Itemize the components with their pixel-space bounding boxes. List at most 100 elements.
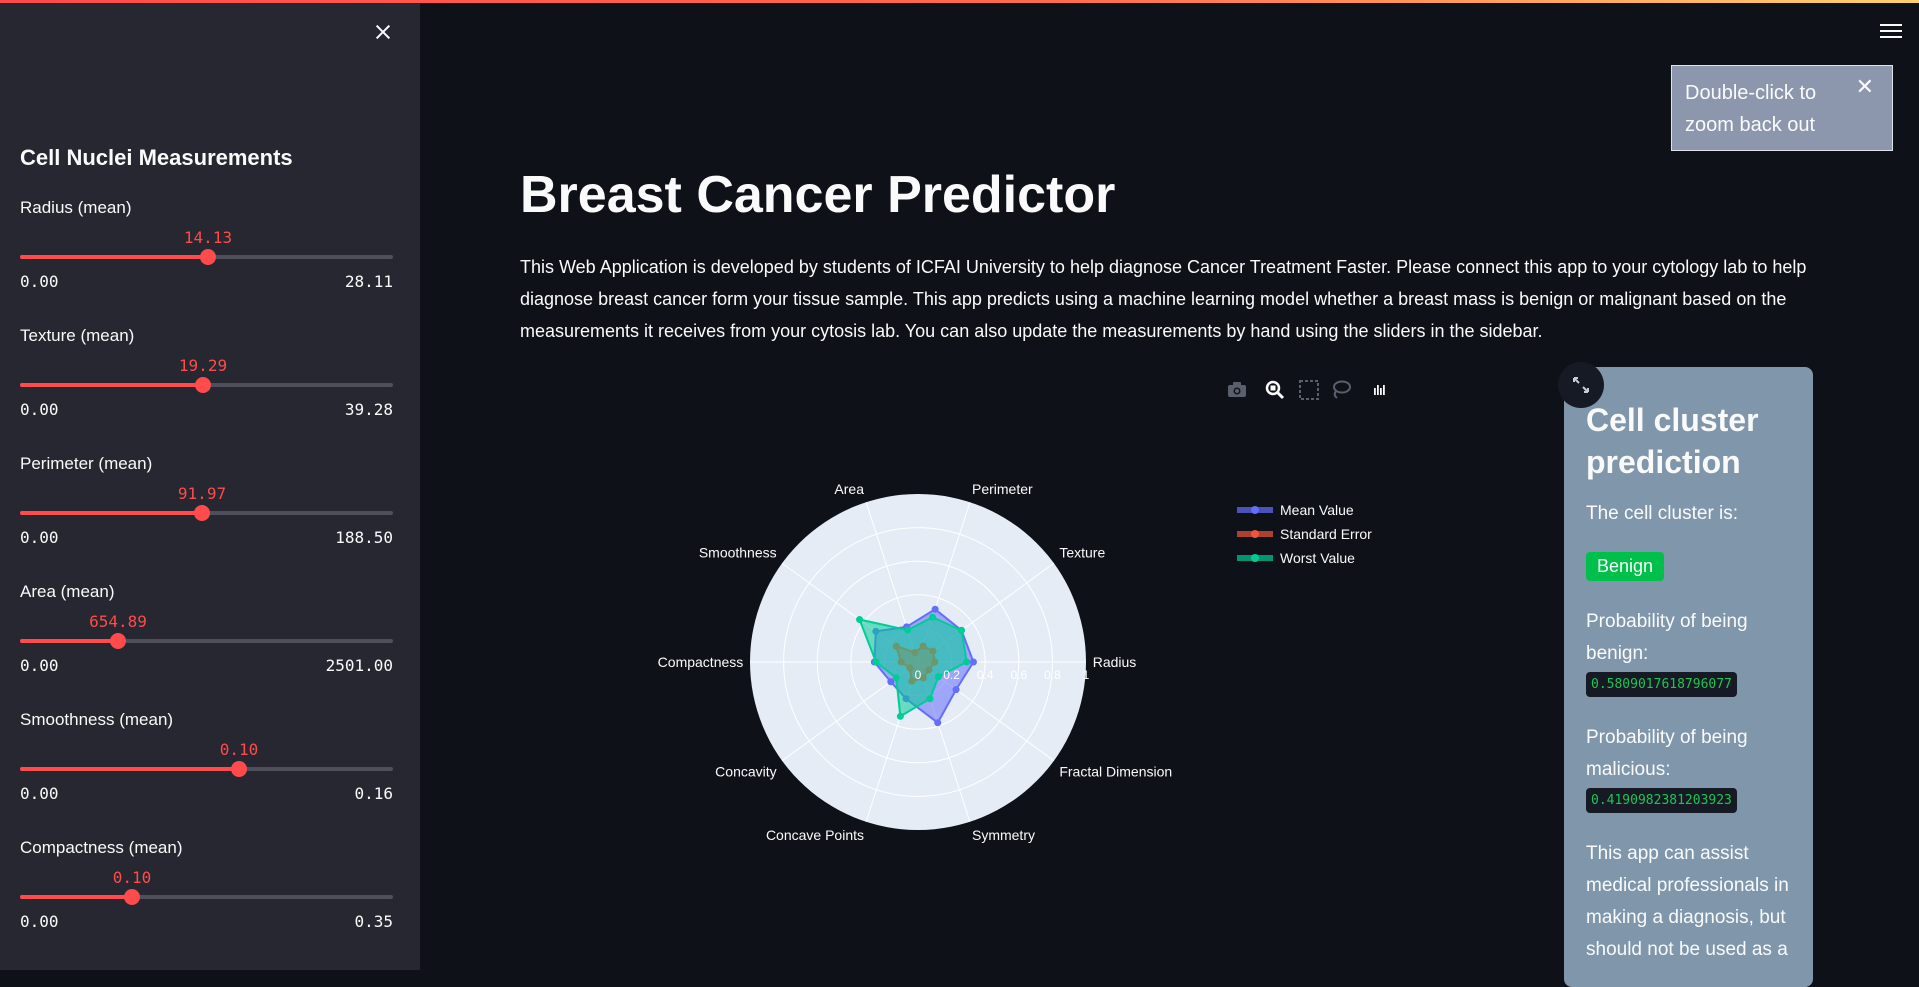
category-label: Area (834, 481, 864, 497)
expand-icon[interactable] (1558, 362, 1604, 408)
slider-value: 91.97 (177, 484, 227, 503)
slider-track[interactable] (20, 633, 393, 649)
series-point-2[interactable] (872, 658, 880, 666)
slider-label: Texture (mean) (20, 326, 135, 345)
series-point-0[interactable] (952, 686, 960, 694)
benign-probability: 0.5809017618796077 (1586, 672, 1737, 697)
series-point-2[interactable] (904, 626, 912, 634)
radar-chart-svg: 0 0.2 0.4 0.6 0.8 1Radius Texture Perimeter Area… (658, 481, 1172, 843)
radial-tick-label: 0.6 (1010, 668, 1027, 682)
category-label: Concavity (715, 764, 776, 780)
slider-fill (20, 383, 203, 387)
close-tooltip-icon[interactable]: ✕ (1856, 76, 1874, 98)
slider-thumb[interactable] (231, 761, 247, 777)
slider-thumb[interactable] (194, 505, 210, 521)
sidebar: Cell Nuclei Measurements Radius (mean) 14… (0, 0, 420, 970)
series-point-2[interactable] (957, 626, 965, 634)
slider-max: 39.28 (344, 400, 393, 419)
slider-track[interactable] (20, 761, 393, 777)
malicious-label: Probability of being malicious: (1586, 727, 1748, 780)
series-point-0[interactable] (931, 605, 939, 613)
legend-item-mean[interactable]: Mean Value (1235, 500, 1405, 520)
category-label: Concave Points (766, 827, 864, 843)
series-point-2[interactable] (892, 674, 900, 682)
radar-chart[interactable]: 0 0.2 0.4 0.6 0.8 1 Radius Texture Perimeter Area… (620, 450, 1180, 875)
box-select-icon[interactable] (1297, 378, 1321, 402)
series-point-0[interactable] (969, 658, 977, 666)
series-point-2[interactable] (934, 673, 942, 681)
slider-track[interactable] (20, 889, 393, 905)
slider-min: 0.00 (20, 912, 59, 931)
slider-min: 0.00 (20, 784, 59, 803)
benign-label: Probability of being benign: (1586, 611, 1748, 664)
slider-max: 0.16 (354, 784, 393, 803)
radial-tick-label: 0.8 (1044, 668, 1061, 682)
plotly-logo-icon[interactable] (1367, 378, 1391, 402)
slider-thumb[interactable] (124, 889, 140, 905)
slider-track[interactable] (20, 505, 393, 521)
slider-label: Area (mean) (20, 582, 115, 601)
legend-item-worst[interactable]: Worst Value (1235, 548, 1405, 568)
legend-label-mean: Mean Value (1280, 502, 1354, 518)
slider-perimeter[interactable]: Perimeter (mean) 91.97 0.00 188.50 (20, 454, 393, 574)
category-label: Texture (1059, 544, 1105, 560)
malicious-probability: 0.4190982381203923 (1586, 788, 1737, 813)
category-label: Smoothness (699, 544, 777, 560)
prediction-title: Cell cluster prediction (1586, 402, 1759, 480)
slider-value: 0.10 (219, 740, 259, 759)
tooltip-line-2: zoom back out (1685, 114, 1816, 136)
slider-compactness[interactable]: Compactness (mean) 0.10 0.00 0.35 (20, 838, 393, 958)
cluster-label: The cell cluster is: (1586, 503, 1739, 524)
slider-min: 0.00 (20, 656, 59, 675)
series-point-2[interactable] (896, 712, 904, 720)
prediction-panel: Cell cluster prediction The cell cluster… (1564, 367, 1813, 987)
slider-fill (20, 255, 208, 259)
slider-track[interactable] (20, 377, 393, 393)
slider-fill (20, 895, 132, 899)
slider-label: Compactness (mean) (20, 838, 183, 857)
slider-value: 654.89 (89, 612, 147, 631)
radial-tick-label: 0.4 (977, 668, 994, 682)
radial-tick-label: 1 (1083, 668, 1090, 682)
legend-label-worst: Worst Value (1280, 550, 1355, 566)
slider-min: 0.00 (20, 528, 59, 547)
main-menu-icon[interactable] (1880, 22, 1902, 40)
zoom-tooltip: Double-click to zoom back out ✕ (1671, 65, 1893, 151)
legend-label-standard-error: Standard Error (1280, 526, 1372, 542)
slider-value: 14.13 (183, 228, 233, 247)
slider-smoothness[interactable]: Smoothness (mean) 0.10 0.00 0.16 (20, 710, 393, 830)
zoom-icon[interactable] (1263, 378, 1287, 402)
series-point-2[interactable] (929, 613, 937, 621)
slider-thumb[interactable] (195, 377, 211, 393)
series-point-2[interactable] (926, 695, 934, 703)
series-point-2[interactable] (856, 616, 864, 624)
slider-max: 188.50 (335, 528, 393, 547)
radial-tick-label: 0 (915, 668, 922, 682)
slider-value: 19.29 (178, 356, 228, 375)
result-badge: Benign (1586, 552, 1665, 581)
decoration-top-stripe (0, 0, 1919, 3)
camera-icon[interactable] (1225, 378, 1249, 402)
slider-fill (20, 767, 239, 771)
intro-paragraph: This Web Application is developed by stu… (520, 257, 1807, 341)
legend-item-standard-error[interactable]: Standard Error (1235, 524, 1405, 544)
slider-area[interactable]: Area (mean) 654.89 0.00 2501.00 (20, 582, 393, 702)
close-sidebar-icon[interactable] (371, 20, 395, 44)
slider-fill (20, 639, 118, 643)
category-label: Compactness (658, 654, 744, 670)
slider-fill (20, 511, 202, 515)
slider-label: Smoothness (mean) (20, 710, 174, 729)
slider-radius[interactable]: Radius (mean) 14.13 0.00 28.11 (20, 198, 393, 318)
slider-thumb[interactable] (110, 633, 126, 649)
category-label: Perimeter (972, 481, 1033, 497)
radial-tick-label: 0.2 (943, 668, 960, 682)
series-point-0[interactable] (934, 719, 942, 727)
slider-thumb[interactable] (200, 249, 216, 265)
category-label: Radius (1093, 654, 1137, 670)
slider-track[interactable] (20, 249, 393, 265)
series-point-2[interactable] (963, 658, 971, 666)
slider-min: 0.00 (20, 400, 59, 419)
slider-texture[interactable]: Texture (mean) 19.29 0.00 39.28 (20, 326, 393, 446)
slider-label: Radius (mean) (20, 198, 132, 217)
lasso-icon[interactable] (1329, 378, 1353, 402)
